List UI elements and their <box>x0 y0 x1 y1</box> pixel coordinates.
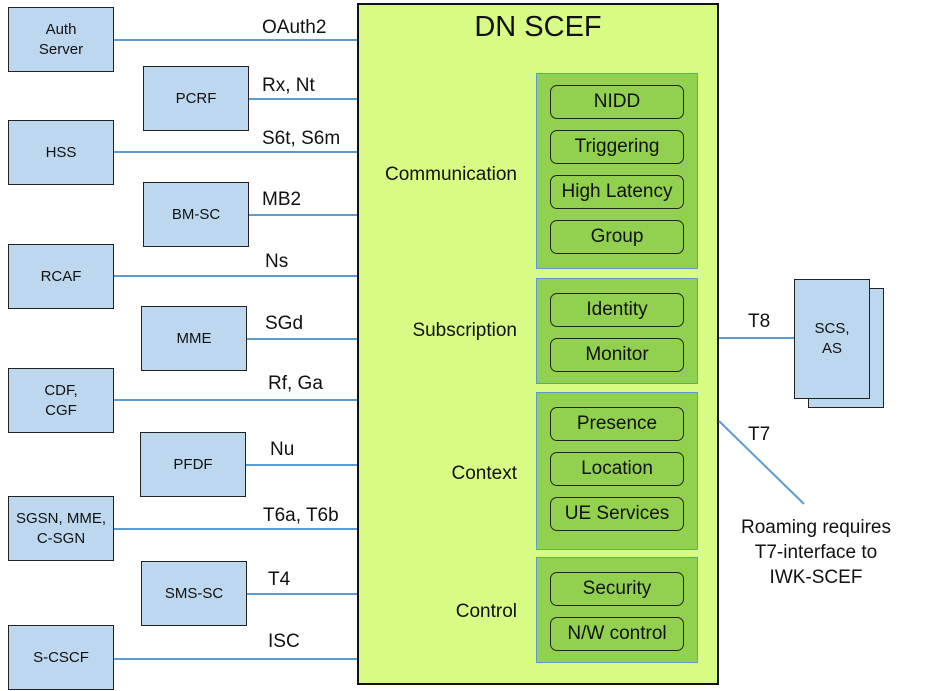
interface-label-t7: T7 <box>748 424 771 445</box>
roaming-note: Roaming requires T7-interface to IWK-SCE… <box>741 517 891 588</box>
